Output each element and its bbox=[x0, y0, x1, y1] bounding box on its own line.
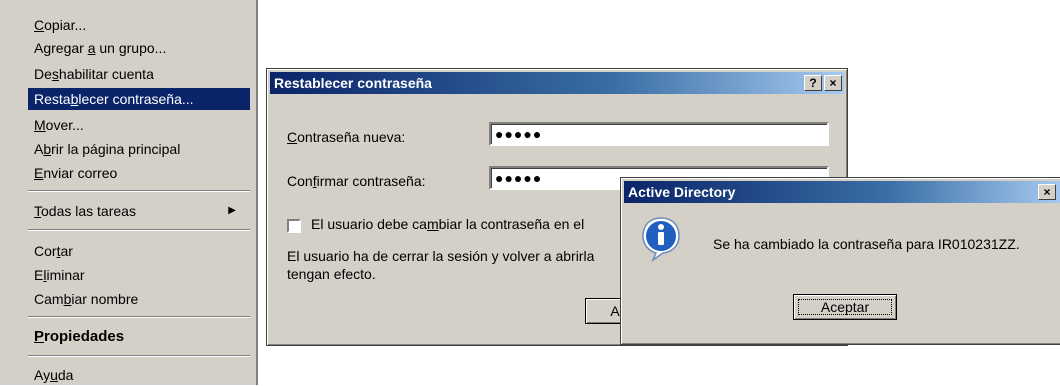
reset-dialog-titlebar: Restablecer contraseña ? × bbox=[270, 72, 844, 94]
menu-item-deshabilitar[interactable]: Deshabilitar cuenta bbox=[28, 63, 250, 85]
menu-separator bbox=[28, 316, 250, 318]
menu-separator bbox=[28, 190, 250, 192]
menu-item-todas-tareas[interactable]: Todas las tareas ▶ bbox=[28, 200, 250, 222]
menu-item-enviar-correo[interactable]: Enviar correo bbox=[28, 162, 250, 184]
reset-dialog-title: Restablecer contraseña bbox=[274, 75, 432, 91]
close-button[interactable]: × bbox=[1038, 184, 1056, 200]
menu-item-propiedades[interactable]: Propiedades bbox=[28, 326, 250, 348]
menu-separator bbox=[28, 355, 250, 357]
new-password-label: Contraseña nueva: bbox=[287, 129, 406, 145]
ad-dialog-title: Active Directory bbox=[628, 184, 736, 200]
info-text-line2: tengan efecto. bbox=[287, 266, 376, 282]
menu-item-ayuda[interactable]: Ayuda bbox=[28, 364, 250, 386]
info-text-line1: El usuario ha de cerrar la sesión y volv… bbox=[287, 248, 595, 264]
close-button[interactable]: × bbox=[824, 75, 842, 91]
confirm-password-label: Confirmar contraseña: bbox=[287, 173, 426, 189]
menu-item-eliminar[interactable]: Eliminar bbox=[28, 264, 250, 286]
focus-ring bbox=[798, 299, 892, 315]
new-password-input[interactable]: ●●●●● bbox=[489, 122, 829, 146]
submenu-arrow-icon: ▶ bbox=[228, 205, 236, 216]
menu-item-abrir-pagina[interactable]: Abrir la página principal bbox=[28, 138, 250, 160]
menu-item-copiar[interactable]: Copiar... bbox=[28, 14, 250, 36]
context-menu: Copiar... Agregar a un grupo... Deshabil… bbox=[0, 0, 258, 385]
info-icon bbox=[641, 216, 681, 263]
menu-item-agregar-grupo[interactable]: Agregar a un grupo... bbox=[28, 37, 250, 59]
active-directory-dialog: Active Directory × Se ha cambiado la con… bbox=[620, 177, 1060, 345]
menu-item-restablecer[interactable]: Restablecer contraseña... bbox=[28, 88, 250, 110]
must-change-label: El usuario debe cambiar la contraseña en… bbox=[311, 216, 585, 232]
ad-message: Se ha cambiado la contraseña para IR0102… bbox=[713, 236, 1020, 252]
menu-item-mover[interactable]: Mover... bbox=[28, 114, 250, 136]
help-button[interactable]: ? bbox=[804, 75, 822, 91]
ok-button[interactable]: Aceptar bbox=[793, 294, 897, 320]
menu-item-cambiar-nombre[interactable]: Cambiar nombre bbox=[28, 288, 250, 310]
ad-dialog-titlebar: Active Directory × bbox=[624, 181, 1060, 203]
must-change-checkbox[interactable] bbox=[287, 219, 301, 233]
menu-item-cortar[interactable]: Cortar bbox=[28, 240, 250, 262]
menu-separator bbox=[28, 229, 250, 231]
